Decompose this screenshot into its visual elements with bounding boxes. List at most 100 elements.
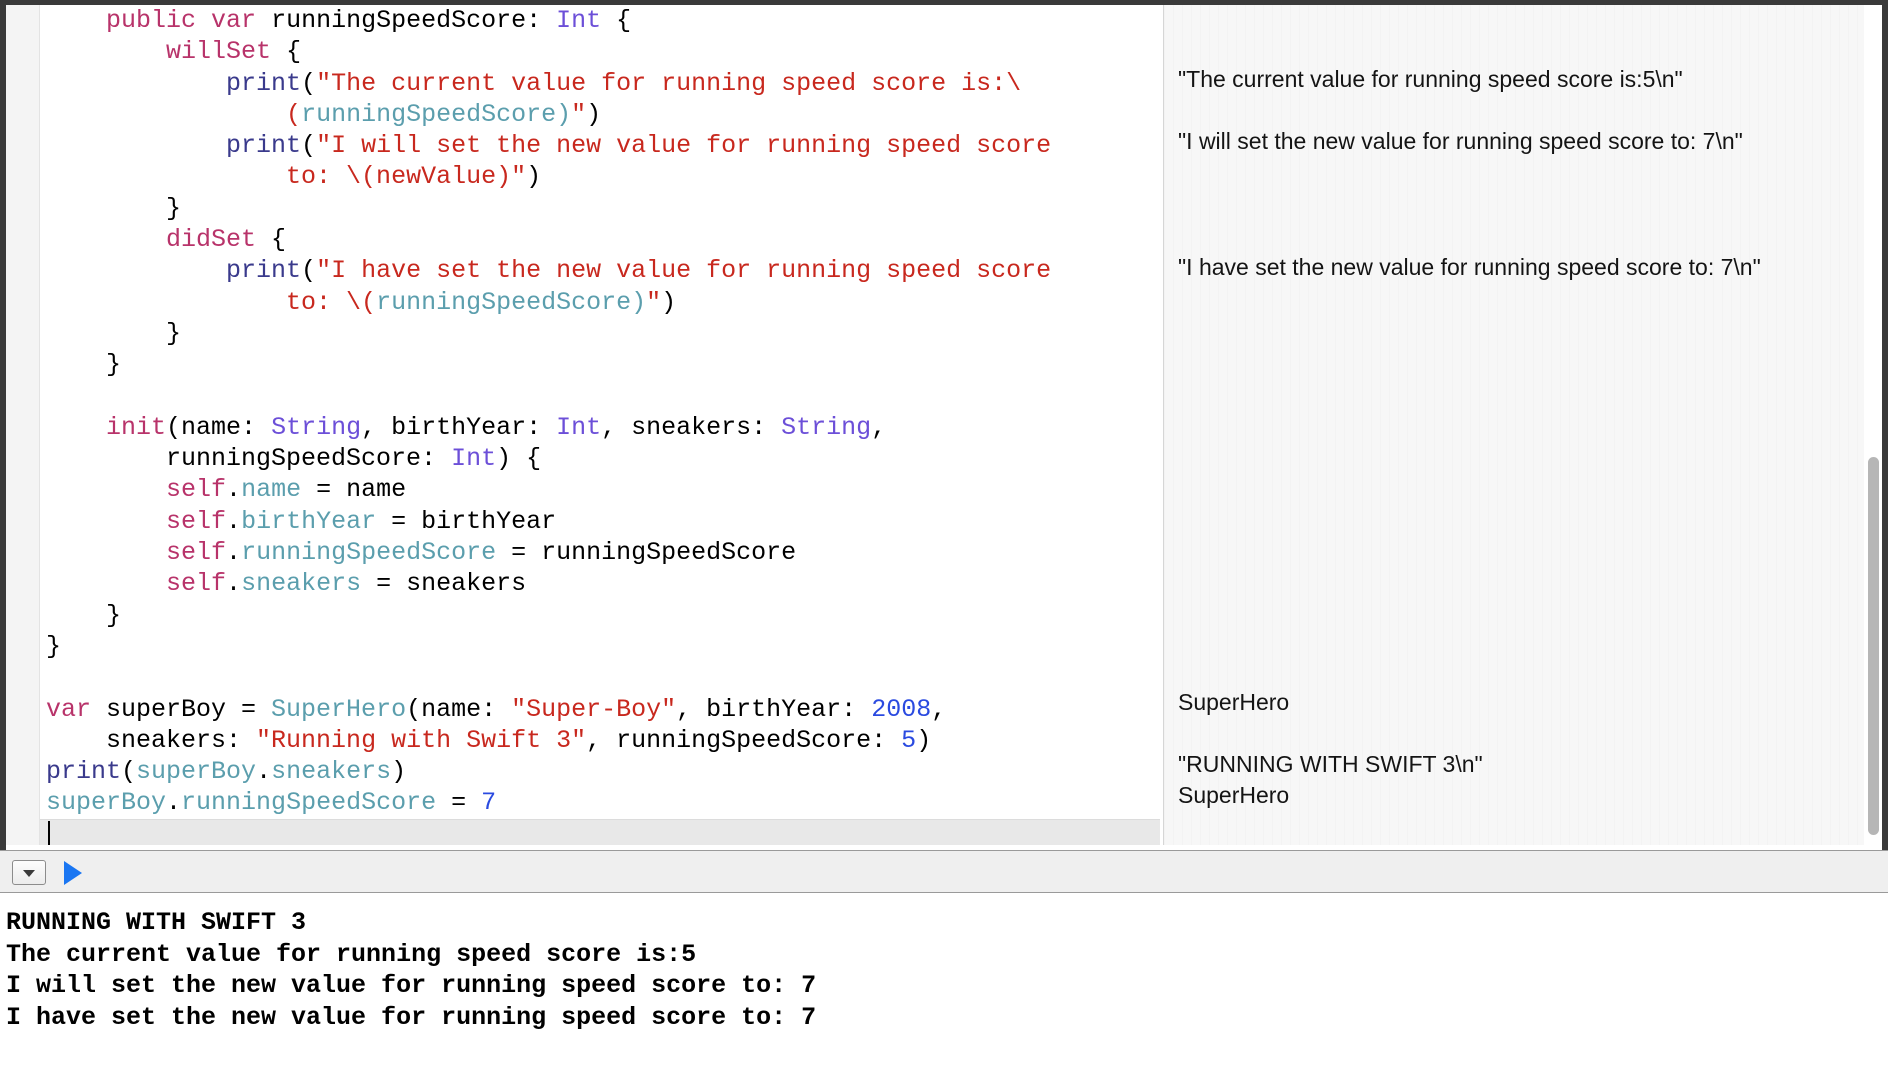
code-line[interactable]: didSet { bbox=[40, 224, 1160, 255]
code-line[interactable]: runningSpeedScore: Int) { bbox=[40, 443, 1160, 474]
console-line: I have set the new value for running spe… bbox=[6, 1002, 817, 1032]
code-token: ) bbox=[526, 162, 542, 192]
code-line[interactable]: self.name = name bbox=[40, 474, 1160, 505]
vertical-scrollbar-thumb[interactable] bbox=[1868, 457, 1879, 835]
code-token: = name bbox=[301, 475, 407, 505]
code-line[interactable]: } bbox=[40, 318, 1160, 349]
code-token: Int bbox=[556, 412, 602, 442]
code-token: print bbox=[46, 757, 122, 787]
code-line[interactable]: } bbox=[40, 600, 1160, 631]
code-token: sneakers: bbox=[46, 725, 257, 755]
code-line[interactable]: } bbox=[40, 349, 1160, 380]
code-token: 2008 bbox=[871, 694, 932, 724]
code-token: ( bbox=[121, 757, 137, 787]
results-sidebar: "The current value for running speed sco… bbox=[1164, 5, 1864, 845]
code-token: { bbox=[601, 6, 632, 35]
code-token: 7 bbox=[481, 788, 497, 818]
code-token: = bbox=[436, 788, 482, 818]
code-line[interactable]: self.sneakers = sneakers bbox=[40, 568, 1160, 599]
disclosure-triangle-icon[interactable] bbox=[12, 860, 46, 885]
code-token: } bbox=[46, 631, 62, 661]
code-token: ( bbox=[286, 99, 302, 129]
code-line[interactable]: to: \(newValue)") bbox=[40, 161, 1160, 192]
code-line-list[interactable]: public var runningSpeedScore: Int { will… bbox=[40, 5, 1160, 845]
code-token: , runningSpeedScore: bbox=[586, 725, 902, 755]
code-token: to: \(newValue)" bbox=[286, 162, 527, 192]
code-token: runningSpeedScore bbox=[181, 788, 437, 818]
code-token: , bbox=[871, 412, 887, 442]
code-line[interactable]: print(superBoy.sneakers) bbox=[40, 756, 1160, 787]
code-token: } bbox=[46, 350, 122, 380]
code-token: print bbox=[226, 68, 302, 98]
code-line[interactable]: superBoy.runningSpeedScore = 7 bbox=[40, 787, 1160, 818]
code-line[interactable] bbox=[40, 381, 1160, 412]
result-value[interactable]: SuperHero bbox=[1178, 781, 1289, 810]
code-line[interactable]: to: \(runningSpeedScore)") bbox=[40, 287, 1160, 318]
code-line[interactable]: } bbox=[40, 631, 1160, 662]
code-token: self bbox=[166, 538, 227, 568]
code-line[interactable]: self.birthYear = birthYear bbox=[40, 506, 1160, 537]
code-line[interactable]: init(name: String, birthYear: Int, sneak… bbox=[40, 412, 1160, 443]
code-token: , sneakers: bbox=[601, 412, 782, 442]
result-value[interactable]: "I have set the new value for running sp… bbox=[1178, 253, 1761, 282]
code-line[interactable]: } bbox=[40, 193, 1160, 224]
code-token: . bbox=[226, 506, 242, 536]
result-value[interactable]: "RUNNING WITH SWIFT 3\n" bbox=[1178, 750, 1483, 779]
editor-gutter[interactable] bbox=[6, 5, 40, 845]
code-line[interactable]: print("I have set the new value for runn… bbox=[40, 255, 1160, 286]
code-token: ) bbox=[661, 287, 677, 317]
code-token: willSet bbox=[166, 37, 272, 67]
code-token: birthYear bbox=[241, 506, 377, 536]
code-line[interactable] bbox=[40, 662, 1160, 693]
result-value[interactable]: "I will set the new value for running sp… bbox=[1178, 127, 1743, 156]
code-token: 5 bbox=[901, 725, 917, 755]
code-line[interactable]: self.runningSpeedScore = runningSpeedSco… bbox=[40, 537, 1160, 568]
code-token: SuperHero bbox=[271, 694, 407, 724]
code-token: String bbox=[781, 412, 872, 442]
code-token: runningSpeedScore bbox=[301, 99, 557, 129]
code-line[interactable]: public var runningSpeedScore: Int { bbox=[40, 5, 1160, 36]
window-chrome-right bbox=[1882, 0, 1888, 850]
code-line[interactable]: print("The current value for running spe… bbox=[40, 68, 1160, 99]
code-token: public bbox=[106, 6, 197, 35]
code-token: (name: bbox=[406, 694, 512, 724]
code-token: = runningSpeedScore bbox=[496, 538, 797, 568]
code-line[interactable]: var superBoy = SuperHero(name: "Super-Bo… bbox=[40, 694, 1160, 725]
code-token: , birthYear: bbox=[361, 412, 557, 442]
code-line[interactable]: print("I will set the new value for runn… bbox=[40, 130, 1160, 161]
console-toolbar bbox=[0, 850, 1888, 893]
code-token: { bbox=[271, 37, 302, 67]
code-token: . bbox=[226, 538, 242, 568]
result-value[interactable]: SuperHero bbox=[1178, 688, 1289, 717]
run-playground-icon[interactable] bbox=[58, 860, 88, 886]
code-token: } bbox=[46, 600, 122, 630]
result-value[interactable]: "The current value for running speed sco… bbox=[1178, 65, 1683, 94]
code-token: , bbox=[931, 694, 947, 724]
code-line[interactable]: (runningSpeedScore)") bbox=[40, 99, 1160, 130]
code-token: runningSpeedScore bbox=[241, 538, 497, 568]
code-token: superBoy bbox=[136, 757, 257, 787]
console-output: RUNNING WITH SWIFT 3 The current value fo… bbox=[0, 893, 1888, 1071]
code-token: . bbox=[226, 475, 242, 505]
code-line[interactable]: willSet { bbox=[40, 36, 1160, 67]
editor-area: public var runningSpeedScore: Int { will… bbox=[6, 5, 1882, 845]
code-token: runningSpeedScore: bbox=[256, 6, 557, 35]
vertical-scrollbar[interactable] bbox=[1864, 5, 1882, 845]
text-caret bbox=[48, 820, 50, 845]
code-token: "I have set the new value for running sp… bbox=[316, 256, 1052, 286]
code-token: runningSpeedScore bbox=[376, 287, 632, 317]
code-line[interactable] bbox=[40, 818, 1160, 845]
code-editor[interactable]: public var runningSpeedScore: Int { will… bbox=[40, 5, 1163, 845]
code-token: " bbox=[646, 287, 662, 317]
code-line[interactable]: sneakers: "Running with Swift 3", runnin… bbox=[40, 725, 1160, 756]
code-token: { bbox=[256, 225, 287, 255]
